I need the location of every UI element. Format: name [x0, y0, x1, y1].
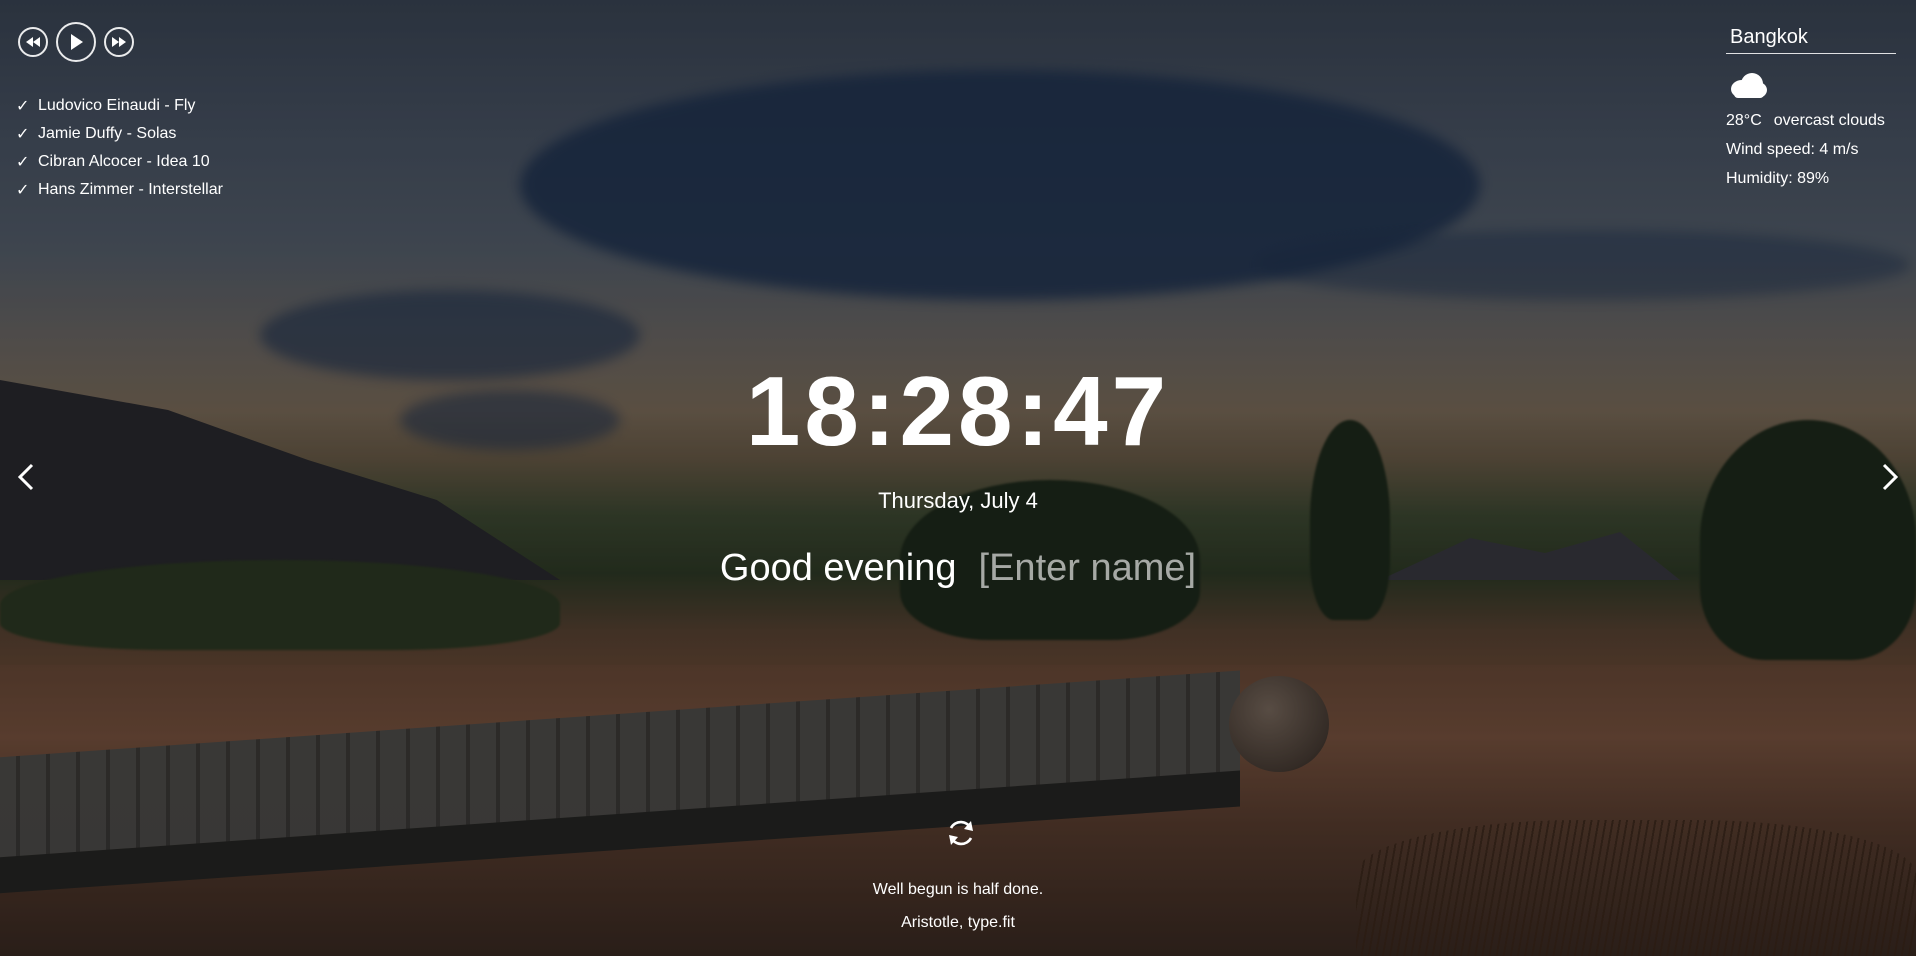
background-dim-overlay [0, 0, 1916, 956]
check-icon: ✓ [16, 98, 30, 115]
track-title: Ludovico Einaudi - Fly [38, 97, 196, 114]
playlist: ✓ Ludovico Einaudi - Fly ✓ Jamie Duffy -… [16, 92, 223, 204]
cloud-icon [1728, 72, 1768, 100]
track-title: Hans Zimmer - Interstellar [38, 181, 223, 198]
temperature-row: 28°C overcast clouds [1726, 106, 1896, 135]
greeting-text: Good evening [719, 547, 957, 589]
clock: 18:28:47 [745, 356, 1171, 466]
weather-description: overcast clouds [1773, 112, 1885, 129]
check-icon: ✓ [16, 126, 30, 143]
weather-widget: 28°C overcast clouds Wind speed: 4 m/s H… [1726, 22, 1896, 193]
rewind-button[interactable] [18, 27, 48, 57]
playlist-item[interactable]: ✓ Hans Zimmer - Interstellar [16, 176, 223, 204]
fast-forward-icon [112, 37, 126, 47]
audio-player [18, 22, 134, 62]
playlist-item[interactable]: ✓ Cibran Alcocer - Idea 10 [16, 148, 223, 176]
track-title: Jamie Duffy - Solas [38, 125, 177, 142]
refresh-icon [949, 820, 973, 846]
check-icon: ✓ [16, 154, 30, 171]
playlist-item[interactable]: ✓ Ludovico Einaudi - Fly [16, 92, 223, 120]
name-input[interactable]: [Enter name] [979, 543, 1197, 593]
check-icon: ✓ [16, 182, 30, 199]
quote-text: Well begun is half done. [872, 881, 1044, 898]
greeting: Good evening [Enter name] [0, 543, 1916, 593]
track-title: Cibran Alcocer - Idea 10 [38, 153, 210, 170]
wind-speed: Wind speed: 4 m/s [1726, 141, 1859, 158]
rewind-icon [26, 37, 40, 47]
refresh-quote-button[interactable] [944, 816, 978, 850]
play-button[interactable] [56, 22, 96, 62]
temperature: 28°C [1726, 112, 1762, 129]
quote-author: Aristotle, type.fit [901, 914, 1015, 931]
play-icon [71, 34, 83, 50]
date: Thursday, July 4 [878, 488, 1038, 513]
momentum-page: ✓ Ludovico Einaudi - Fly ✓ Jamie Duffy -… [0, 0, 1916, 956]
fast-forward-button[interactable] [104, 27, 134, 57]
playlist-item[interactable]: ✓ Jamie Duffy - Solas [16, 120, 223, 148]
city-input[interactable] [1726, 22, 1896, 54]
humidity: Humidity: 89% [1726, 170, 1830, 187]
